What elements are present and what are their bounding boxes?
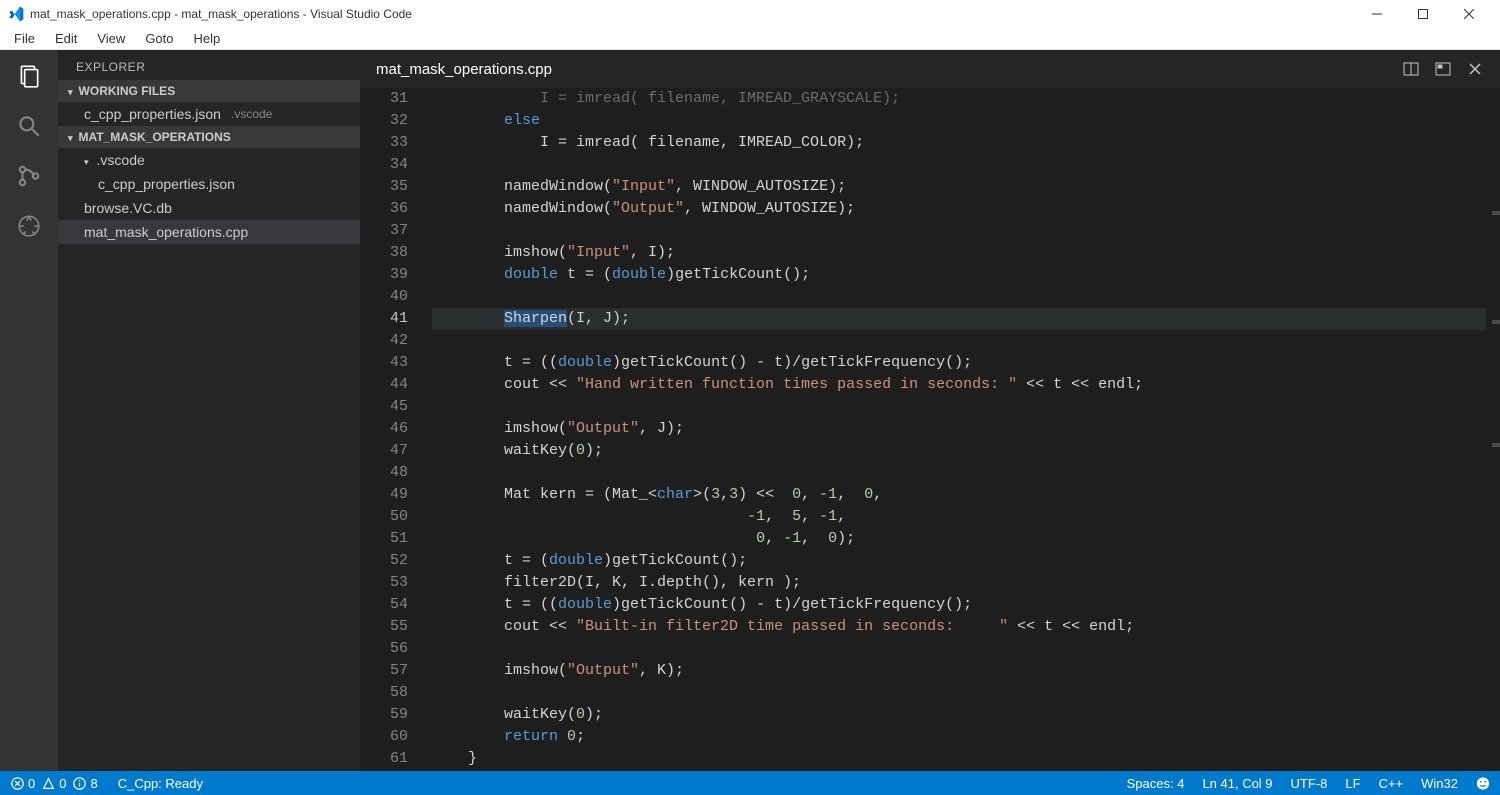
- chevron-down-icon: [84, 152, 91, 168]
- menu-bar: File Edit View Goto Help: [0, 28, 1500, 50]
- status-bar: 0 0 8 C_Cpp: Ready Spaces: 4 Ln 41, Col …: [0, 771, 1500, 795]
- line-number-gutter: 3132333435363738394041424344454647484950…: [360, 88, 432, 771]
- split-editor-icon[interactable]: [1402, 60, 1420, 78]
- status-indentation[interactable]: Spaces: 4: [1127, 776, 1185, 791]
- tree-file-item[interactable]: mat_mask_operations.cpp: [58, 220, 360, 244]
- file-name: mat_mask_operations.cpp: [84, 224, 248, 240]
- sidebar: EXPLORER WORKING FILES c_cpp_properties.…: [58, 50, 360, 771]
- status-lang[interactable]: C++: [1379, 776, 1404, 791]
- maximize-button[interactable]: [1400, 0, 1446, 28]
- code-content[interactable]: I = imread( filename, IMREAD_GRAYSCALE);…: [432, 88, 1486, 771]
- minimize-button[interactable]: [1354, 0, 1400, 28]
- status-platform[interactable]: Win32: [1421, 776, 1458, 791]
- menu-item-goto[interactable]: Goto: [135, 29, 183, 48]
- status-info[interactable]: 8: [72, 776, 97, 791]
- close-editor-icon[interactable]: [1466, 60, 1484, 78]
- editor-group: mat_mask_operations.cpp 3132333435363738…: [360, 50, 1500, 771]
- debug-icon[interactable]: [15, 212, 43, 240]
- title-bar: mat_mask_operations.cpp - mat_mask_opera…: [0, 0, 1500, 28]
- menu-item-help[interactable]: Help: [184, 29, 231, 48]
- file-dir: .vscode: [231, 107, 272, 121]
- project-label: MAT_MASK_OPERATIONS: [79, 130, 231, 144]
- tree-file-item[interactable]: browse.VC.db: [58, 196, 360, 220]
- tree-folder-vscode[interactable]: .vscode: [58, 148, 360, 172]
- close-button[interactable]: [1446, 0, 1492, 28]
- sidebar-title: EXPLORER: [58, 50, 360, 80]
- file-name: c_cpp_properties.json: [98, 176, 235, 192]
- menu-item-view[interactable]: View: [87, 29, 135, 48]
- menu-item-file[interactable]: File: [4, 29, 45, 48]
- status-language-mode[interactable]: C_Cpp: Ready: [118, 776, 203, 791]
- warning-icon: [41, 776, 55, 790]
- error-icon: [10, 776, 24, 790]
- status-eol[interactable]: LF: [1345, 776, 1360, 791]
- code-editor[interactable]: 3132333435363738394041424344454647484950…: [360, 88, 1500, 771]
- file-name: browse.VC.db: [84, 200, 172, 216]
- info-icon: [72, 776, 86, 790]
- explorer-icon[interactable]: [15, 62, 43, 90]
- more-actions-icon[interactable]: [1434, 60, 1452, 78]
- editor-actions: [1402, 60, 1484, 78]
- feedback-smiley-icon[interactable]: [1476, 776, 1490, 790]
- main-area: EXPLORER WORKING FILES c_cpp_properties.…: [0, 50, 1500, 771]
- status-errors[interactable]: 0: [10, 776, 35, 791]
- editor-tab-title[interactable]: mat_mask_operations.cpp: [376, 53, 552, 86]
- source-control-icon[interactable]: [15, 162, 43, 190]
- window-title: mat_mask_operations.cpp - mat_mask_opera…: [30, 7, 1354, 21]
- status-encoding[interactable]: UTF-8: [1291, 776, 1328, 791]
- project-header[interactable]: MAT_MASK_OPERATIONS: [58, 126, 360, 148]
- window-controls: [1354, 0, 1492, 28]
- activity-bar: [0, 50, 58, 771]
- working-files-label: WORKING FILES: [79, 84, 176, 98]
- chevron-down-icon: [68, 84, 75, 98]
- working-file-item[interactable]: c_cpp_properties.json .vscode: [58, 102, 360, 126]
- folder-name: .vscode: [97, 152, 145, 168]
- minimap[interactable]: [1486, 88, 1500, 771]
- editor-tab-bar: mat_mask_operations.cpp: [360, 50, 1500, 88]
- tree-file-item[interactable]: c_cpp_properties.json: [58, 172, 360, 196]
- file-name: c_cpp_properties.json: [84, 106, 221, 122]
- status-warnings[interactable]: 0: [41, 776, 66, 791]
- working-files-header[interactable]: WORKING FILES: [58, 80, 360, 102]
- menu-item-edit[interactable]: Edit: [45, 29, 87, 48]
- search-icon[interactable]: [15, 112, 43, 140]
- status-cursor[interactable]: Ln 41, Col 9: [1202, 776, 1272, 791]
- vscode-logo-icon: [8, 6, 24, 22]
- chevron-down-icon: [68, 130, 75, 144]
